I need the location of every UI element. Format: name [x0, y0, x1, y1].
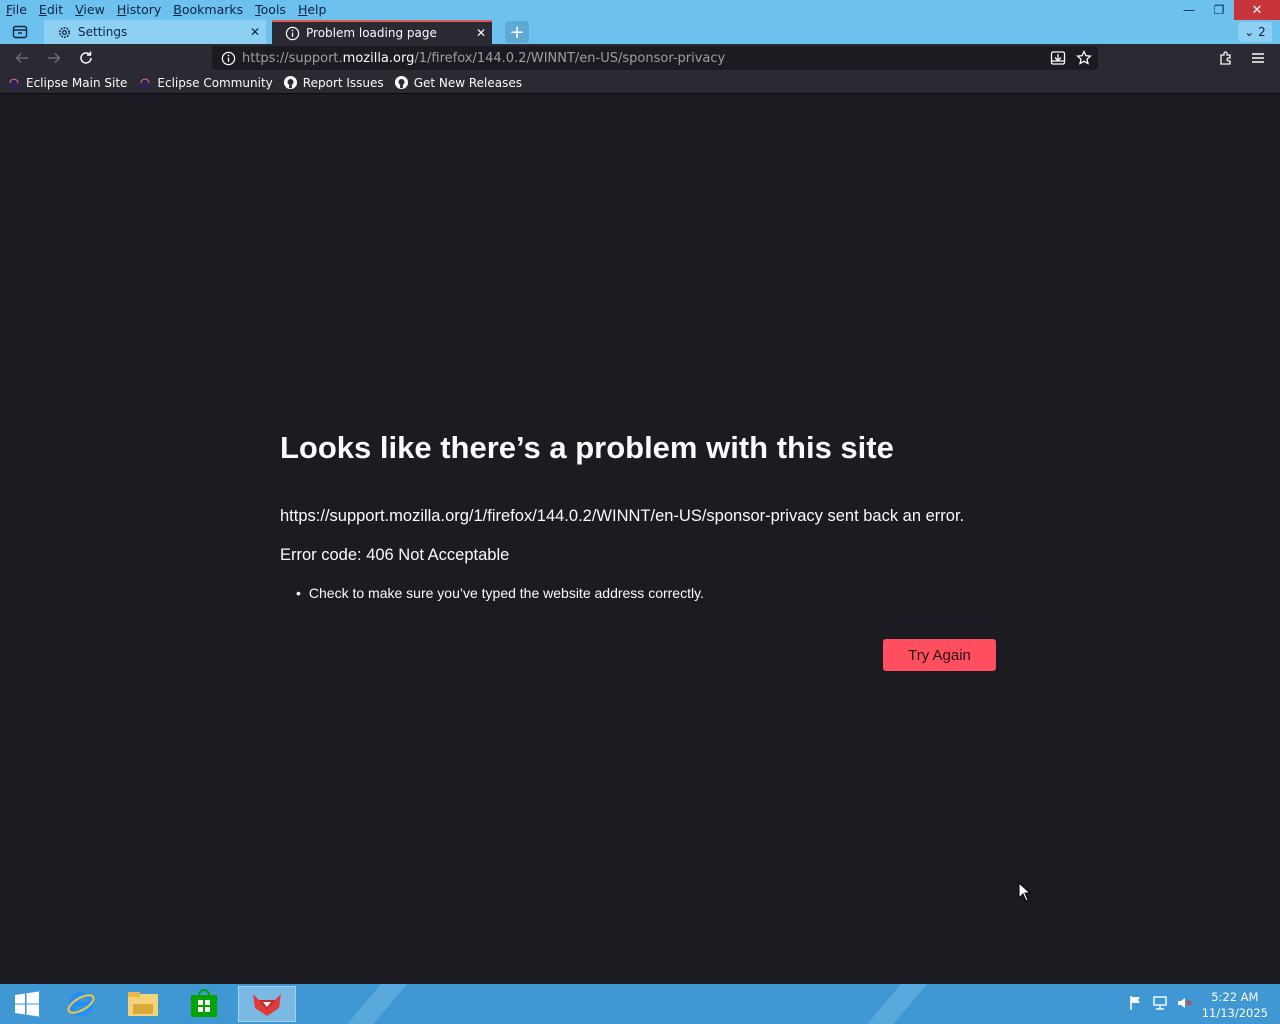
minimize-icon[interactable]: — — [1174, 0, 1204, 20]
eclipse-icon — [6, 75, 22, 91]
menu-label-rest: ile — [12, 2, 27, 17]
reload-icon — [80, 51, 92, 64]
menu-file[interactable]: File — [0, 0, 33, 20]
menu-accesskey: B — [173, 2, 182, 17]
action-center-flag-icon[interactable] — [1128, 994, 1144, 1012]
url-path: /1/firefox/144.0.2/WINNT/en-US/sponsor-p… — [414, 50, 726, 66]
bookmark-star-icon[interactable] — [1074, 48, 1094, 68]
menu-label-rest: istory — [126, 2, 162, 17]
menu-accesskey: H — [297, 2, 308, 17]
tab-label: Settings — [78, 25, 128, 39]
extensions-button[interactable] — [1214, 47, 1238, 69]
forward-arrow-icon — [48, 52, 61, 64]
mouse-cursor-icon — [1018, 882, 1032, 902]
info-icon[interactable] — [216, 51, 240, 66]
eclipse-icon — [137, 75, 153, 91]
taskbar-firefox[interactable] — [238, 986, 296, 1022]
github-icon — [394, 75, 410, 91]
menu-bookmarks[interactable]: Bookmarks — [167, 0, 249, 20]
menu-accesskey: E — [38, 2, 47, 17]
tab-label: Problem loading page — [306, 26, 437, 40]
bookmark-label: Get New Releases — [413, 75, 523, 90]
page-content: Looks like there’s a problem with this s… — [0, 94, 1280, 984]
gear-icon — [56, 24, 72, 40]
bookmark-label: Report Issues — [302, 75, 384, 90]
url-prefix: https://support. — [242, 50, 343, 66]
menu-label-rest: ookmarks — [181, 2, 244, 17]
windows-logo-icon — [15, 991, 39, 1017]
close-window-icon[interactable]: ✕ — [1234, 0, 1280, 20]
internet-explorer-icon — [67, 992, 95, 1016]
folder-icon — [128, 992, 158, 1016]
menu-label-rest: elp — [307, 2, 327, 17]
menu-edit[interactable]: Edit — [33, 0, 69, 20]
bookmarks-toolbar: Eclipse Main Site Eclipse Community Repo… — [0, 72, 1280, 94]
bookmark-eclipse-community[interactable]: Eclipse Community — [137, 75, 273, 91]
navigation-toolbar: https://support.mozilla.org/1/firefox/14… — [0, 44, 1280, 72]
back-arrow-icon — [15, 52, 28, 64]
close-tab-icon[interactable]: ✕ — [244, 25, 266, 39]
system-tray — [1128, 994, 1192, 1012]
url-host: mozilla.org — [342, 50, 415, 66]
network-icon[interactable] — [1152, 994, 1168, 1012]
restore-icon[interactable]: ❐ — [1204, 0, 1234, 20]
menu-label-rest: iew — [83, 2, 105, 17]
tab-settings[interactable]: Settings ✕ — [44, 20, 266, 44]
clock-date: 11/13/2025 — [1201, 1006, 1268, 1020]
menu-accesskey: H — [116, 2, 127, 17]
bookmark-get-new-releases[interactable]: Get New Releases — [394, 75, 522, 91]
window-controls: — ❐ ✕ — [1174, 0, 1280, 20]
new-tab-button[interactable]: + — [505, 21, 529, 43]
error-description: https://support.mozilla.org/1/firefox/14… — [280, 507, 965, 525]
menu-tools[interactable]: Tools — [249, 0, 292, 20]
list-all-tabs-button[interactable]: ⌄ 2 — [1238, 22, 1272, 42]
save-to-pocket-icon[interactable] — [1048, 48, 1068, 68]
bookmark-label: Eclipse Community — [157, 75, 273, 90]
url-bar[interactable]: https://support.mozilla.org/1/firefox/14… — [212, 46, 1098, 70]
tab-count: 2 — [1258, 25, 1266, 39]
menu-label-rest: dit — [46, 2, 64, 17]
try-again-button[interactable]: Try Again — [883, 639, 996, 671]
firefox-icon — [253, 994, 281, 1016]
info-icon — [284, 25, 300, 41]
error-suggestions: Check to make sure you’ve typed the webs… — [296, 585, 704, 601]
start-button[interactable] — [0, 986, 54, 1022]
close-tab-icon[interactable]: ✕ — [470, 26, 492, 40]
speaker-muted-icon[interactable] — [1176, 994, 1192, 1012]
tab-problem-loading[interactable]: Problem loading page ✕ — [272, 20, 492, 44]
hamburger-menu-icon — [1252, 53, 1264, 63]
plus-icon: + — [509, 21, 525, 43]
menu-label-rest: ools — [260, 2, 286, 17]
chevron-down-icon: ⌄ — [1244, 25, 1259, 39]
menu-history[interactable]: History — [111, 0, 167, 20]
taskbar-decoration — [850, 984, 936, 1024]
github-icon — [283, 75, 299, 91]
error-code: Error code: 406 Not Acceptable — [280, 546, 510, 564]
firefox-view-button[interactable] — [4, 20, 36, 44]
taskbar-file-explorer[interactable] — [116, 986, 170, 1022]
taskbar: 5:22 AM 11/13/2025 — [0, 984, 1280, 1024]
bookmark-report-issues[interactable]: Report Issues — [283, 75, 384, 91]
error-title: Looks like there’s a problem with this s… — [280, 430, 894, 465]
taskbar-clock[interactable]: 5:22 AM 11/13/2025 — [1202, 989, 1268, 1021]
forward-button[interactable] — [42, 47, 66, 69]
reload-button[interactable] — [74, 47, 98, 69]
tab-strip: Settings ✕ Problem loading page ✕ — [0, 20, 1280, 44]
back-button[interactable] — [10, 47, 34, 69]
menu-bar: File Edit View History Bookmarks Tools H… — [0, 0, 332, 20]
url-text[interactable]: https://support.mozilla.org/1/firefox/14… — [242, 51, 725, 66]
app-menu-button[interactable] — [1246, 47, 1270, 69]
bookmark-eclipse-main-site[interactable]: Eclipse Main Site — [6, 75, 127, 91]
menu-view[interactable]: View — [69, 0, 111, 20]
list-item: Check to make sure you’ve typed the webs… — [296, 585, 704, 601]
store-icon — [191, 989, 217, 1017]
taskbar-internet-explorer[interactable] — [54, 986, 108, 1022]
taskbar-decoration — [330, 984, 416, 1024]
firefox-view-icon — [12, 25, 28, 39]
taskbar-store[interactable] — [177, 986, 231, 1022]
clock-time: 5:22 AM — [1211, 990, 1259, 1004]
bookmark-label: Eclipse Main Site — [26, 75, 128, 90]
puzzle-icon — [1220, 51, 1231, 65]
menu-help[interactable]: Help — [292, 0, 333, 20]
